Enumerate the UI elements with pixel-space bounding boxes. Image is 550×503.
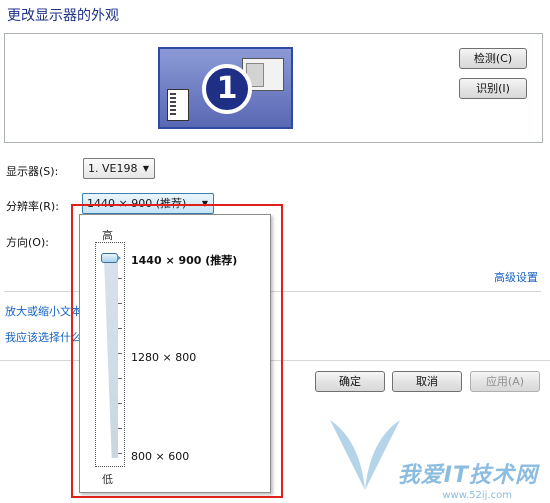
slider-tick bbox=[118, 303, 122, 304]
resolution-dropdown-popup: 高 低 1440 × 900 (推荐) 1280 × 800 800 × 600 bbox=[79, 214, 271, 493]
ok-button[interactable]: 确定 bbox=[315, 371, 385, 392]
resolution-slider[interactable] bbox=[95, 242, 125, 467]
slider-tick bbox=[118, 453, 122, 454]
window-icon-small bbox=[167, 89, 189, 121]
page-title: 更改显示器的外观 bbox=[7, 8, 119, 24]
monitor-number-badge: 1 bbox=[202, 64, 252, 114]
advanced-settings-link[interactable]: 高级设置 bbox=[494, 269, 538, 285]
resolution-option-1440x900[interactable]: 1440 × 900 (推荐) bbox=[131, 252, 237, 268]
slider-tick bbox=[118, 378, 122, 379]
slider-tick bbox=[118, 278, 122, 279]
slider-low-label: 低 bbox=[102, 473, 113, 486]
resolution-select-value: 1440 × 900 (推荐) bbox=[87, 197, 187, 210]
slider-high-label: 高 bbox=[102, 229, 113, 242]
slider-tick bbox=[118, 353, 122, 354]
slider-tick bbox=[118, 403, 122, 404]
dropdown-arrow-icon: ▼ bbox=[201, 199, 208, 208]
monitor-1-thumbnail[interactable]: 1 bbox=[158, 47, 293, 129]
text-size-link[interactable]: 放大或缩小文本 bbox=[5, 303, 82, 319]
slider-tick bbox=[118, 328, 122, 329]
resolution-option-800x600[interactable]: 800 × 600 bbox=[131, 450, 189, 463]
resolution-option-1280x800[interactable]: 1280 × 800 bbox=[131, 351, 196, 364]
display-select-value: 1. VE198 bbox=[88, 162, 138, 175]
which-settings-link[interactable]: 我应该选择什么 bbox=[5, 329, 82, 345]
identify-button[interactable]: 识别(I) bbox=[459, 78, 527, 99]
detect-button[interactable]: 检测(C) bbox=[459, 48, 527, 69]
wing-logo-icon bbox=[330, 420, 400, 490]
orientation-label: 方向(O): bbox=[6, 236, 49, 249]
resolution-label: 分辨率(R): bbox=[6, 200, 59, 213]
resolution-select[interactable]: 1440 × 900 (推荐) ▼ bbox=[82, 193, 214, 214]
display-select[interactable]: 1. VE198 ▼ bbox=[83, 158, 155, 179]
watermark-brand: 我爱IT技术网 bbox=[397, 463, 538, 488]
cancel-button[interactable]: 取消 bbox=[392, 371, 462, 392]
display-label: 显示器(S): bbox=[6, 165, 59, 178]
slider-thumb[interactable] bbox=[101, 253, 121, 263]
dropdown-arrow-icon: ▼ bbox=[142, 164, 149, 173]
apply-button[interactable]: 应用(A) bbox=[470, 371, 540, 392]
slider-tick bbox=[118, 428, 122, 429]
watermark-url: www.52ij.com bbox=[442, 490, 512, 501]
slider-track bbox=[104, 258, 118, 458]
